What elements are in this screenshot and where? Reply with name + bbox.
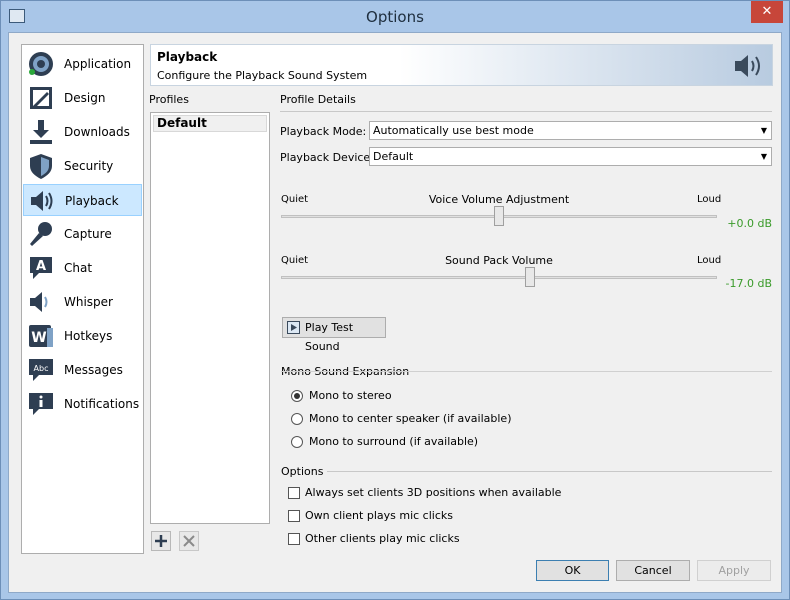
category-playback[interactable]: Playback bbox=[23, 184, 142, 216]
category-list: Application Design Downloads Security Pl… bbox=[21, 44, 144, 554]
mono-to-stereo-label: Mono to stereo bbox=[309, 389, 392, 402]
other-mic-clicks-label: Other clients play mic clicks bbox=[305, 532, 460, 545]
mono-to-surround-radio[interactable] bbox=[291, 436, 303, 448]
chevron-down-icon: ▼ bbox=[760, 152, 767, 161]
soundpack-volume-slider[interactable] bbox=[524, 267, 535, 287]
soundpack-volume-value: -17.0 dB bbox=[725, 277, 773, 290]
apply-button[interactable]: Apply bbox=[697, 560, 771, 581]
speaker-icon bbox=[31, 191, 53, 211]
ok-button[interactable]: OK bbox=[536, 560, 609, 581]
category-label: Notifications bbox=[64, 397, 140, 411]
own-mic-clicks-checkbox[interactable] bbox=[288, 510, 300, 522]
playback-mode-value: Automatically use best mode bbox=[373, 124, 534, 137]
category-label: Playback bbox=[65, 194, 119, 208]
profile-details-label: Profile Details bbox=[280, 93, 356, 106]
category-security[interactable]: Security bbox=[23, 150, 142, 182]
playback-device-label: Playback Device: bbox=[280, 151, 374, 164]
mono-to-surround-label: Mono to surround (if available) bbox=[309, 435, 479, 448]
category-downloads[interactable]: Downloads bbox=[23, 116, 142, 148]
category-label: Whisper bbox=[64, 295, 113, 309]
teamspeak-icon bbox=[29, 52, 53, 76]
divider bbox=[281, 371, 772, 372]
playback-device-value: Default bbox=[373, 150, 414, 163]
profiles-list[interactable]: Default bbox=[150, 112, 270, 524]
mono-to-center-label: Mono to center speaker (if available) bbox=[309, 412, 512, 425]
playback-device-select[interactable]: Default ▼ bbox=[369, 147, 772, 166]
shield-icon bbox=[30, 154, 52, 179]
category-label: Security bbox=[64, 159, 114, 173]
category-label: Capture bbox=[64, 227, 112, 241]
mono-to-stereo-radio[interactable] bbox=[291, 390, 303, 402]
options-section-label: Options bbox=[281, 465, 324, 478]
category-messages[interactable]: Abc Messages bbox=[23, 354, 142, 386]
other-mic-clicks-checkbox[interactable] bbox=[288, 533, 300, 545]
mono-to-center-radio[interactable] bbox=[291, 413, 303, 425]
design-icon bbox=[30, 87, 52, 109]
category-design[interactable]: Design bbox=[23, 82, 142, 114]
window-title: Options bbox=[366, 8, 424, 26]
chevron-down-icon: ▼ bbox=[760, 126, 767, 135]
options-window: Options ✕ Application Design Downloads S… bbox=[0, 0, 790, 600]
download-icon bbox=[30, 120, 52, 144]
svg-text:W: W bbox=[31, 330, 46, 346]
profile-item-default[interactable]: Default bbox=[153, 115, 267, 132]
playback-mode-select[interactable]: Automatically use best mode ▼ bbox=[369, 121, 772, 140]
speaker-icon bbox=[735, 55, 760, 77]
svg-text:A: A bbox=[36, 259, 46, 274]
info-icon bbox=[29, 393, 53, 415]
category-label: Chat bbox=[64, 261, 93, 275]
radio-dot bbox=[294, 393, 300, 399]
soundpack-volume-max-label: Loud bbox=[697, 255, 722, 266]
title-bar[interactable]: Options ✕ bbox=[1, 1, 789, 32]
voice-volume-title: Voice Volume Adjustment bbox=[428, 193, 570, 206]
svg-text:Abc: Abc bbox=[34, 364, 49, 373]
chat-icon: A bbox=[30, 257, 52, 279]
always-3d-positions-checkbox[interactable] bbox=[288, 487, 300, 499]
category-capture[interactable]: Capture bbox=[23, 218, 142, 250]
voice-volume-value: +0.0 dB bbox=[727, 217, 772, 230]
playback-mode-label: Playback Mode: bbox=[280, 125, 367, 138]
category-notifications[interactable]: Notifications bbox=[23, 388, 142, 420]
voice-volume-max-label: Loud bbox=[697, 194, 722, 205]
divider bbox=[280, 111, 772, 112]
category-label: Design bbox=[64, 91, 106, 105]
profiles-label: Profiles bbox=[149, 93, 189, 106]
category-label: Application bbox=[64, 57, 132, 71]
hotkeys-icon: W bbox=[29, 325, 53, 347]
remove-profile-button[interactable] bbox=[179, 531, 199, 551]
category-application[interactable]: Application bbox=[23, 48, 142, 80]
category-label: Hotkeys bbox=[64, 329, 113, 343]
microphone-icon bbox=[30, 222, 52, 246]
divider bbox=[327, 471, 772, 472]
add-profile-button[interactable] bbox=[151, 531, 171, 551]
category-label: Messages bbox=[64, 363, 123, 377]
own-mic-clicks-label: Own client plays mic clicks bbox=[305, 509, 453, 522]
page-header: Playback Configure the Playback Sound Sy… bbox=[150, 44, 773, 86]
play-test-sound-label: Play Test Sound bbox=[305, 321, 354, 353]
page-title: Playback bbox=[157, 50, 218, 64]
page-subtitle: Configure the Playback Sound System bbox=[157, 69, 368, 82]
messages-icon: Abc bbox=[29, 359, 53, 381]
play-test-sound-button[interactable]: Play Test Sound bbox=[282, 317, 386, 353]
close-button[interactable]: ✕ bbox=[751, 1, 783, 23]
category-label: Downloads bbox=[64, 125, 130, 139]
voice-volume-slider[interactable] bbox=[494, 206, 504, 226]
category-hotkeys[interactable]: W Hotkeys bbox=[23, 320, 142, 352]
cancel-button[interactable]: Cancel bbox=[616, 560, 690, 581]
always-3d-positions-label: Always set clients 3D positions when ava… bbox=[305, 486, 562, 499]
category-whisper[interactable]: Whisper bbox=[23, 286, 142, 318]
category-chat[interactable]: A Chat bbox=[23, 252, 142, 284]
play-icon bbox=[287, 321, 300, 334]
soundpack-volume-title: Sound Pack Volume bbox=[445, 254, 553, 267]
dialog-body: Application Design Downloads Security Pl… bbox=[8, 32, 782, 593]
whisper-icon bbox=[30, 292, 48, 312]
soundpack-volume-track[interactable] bbox=[281, 276, 717, 279]
